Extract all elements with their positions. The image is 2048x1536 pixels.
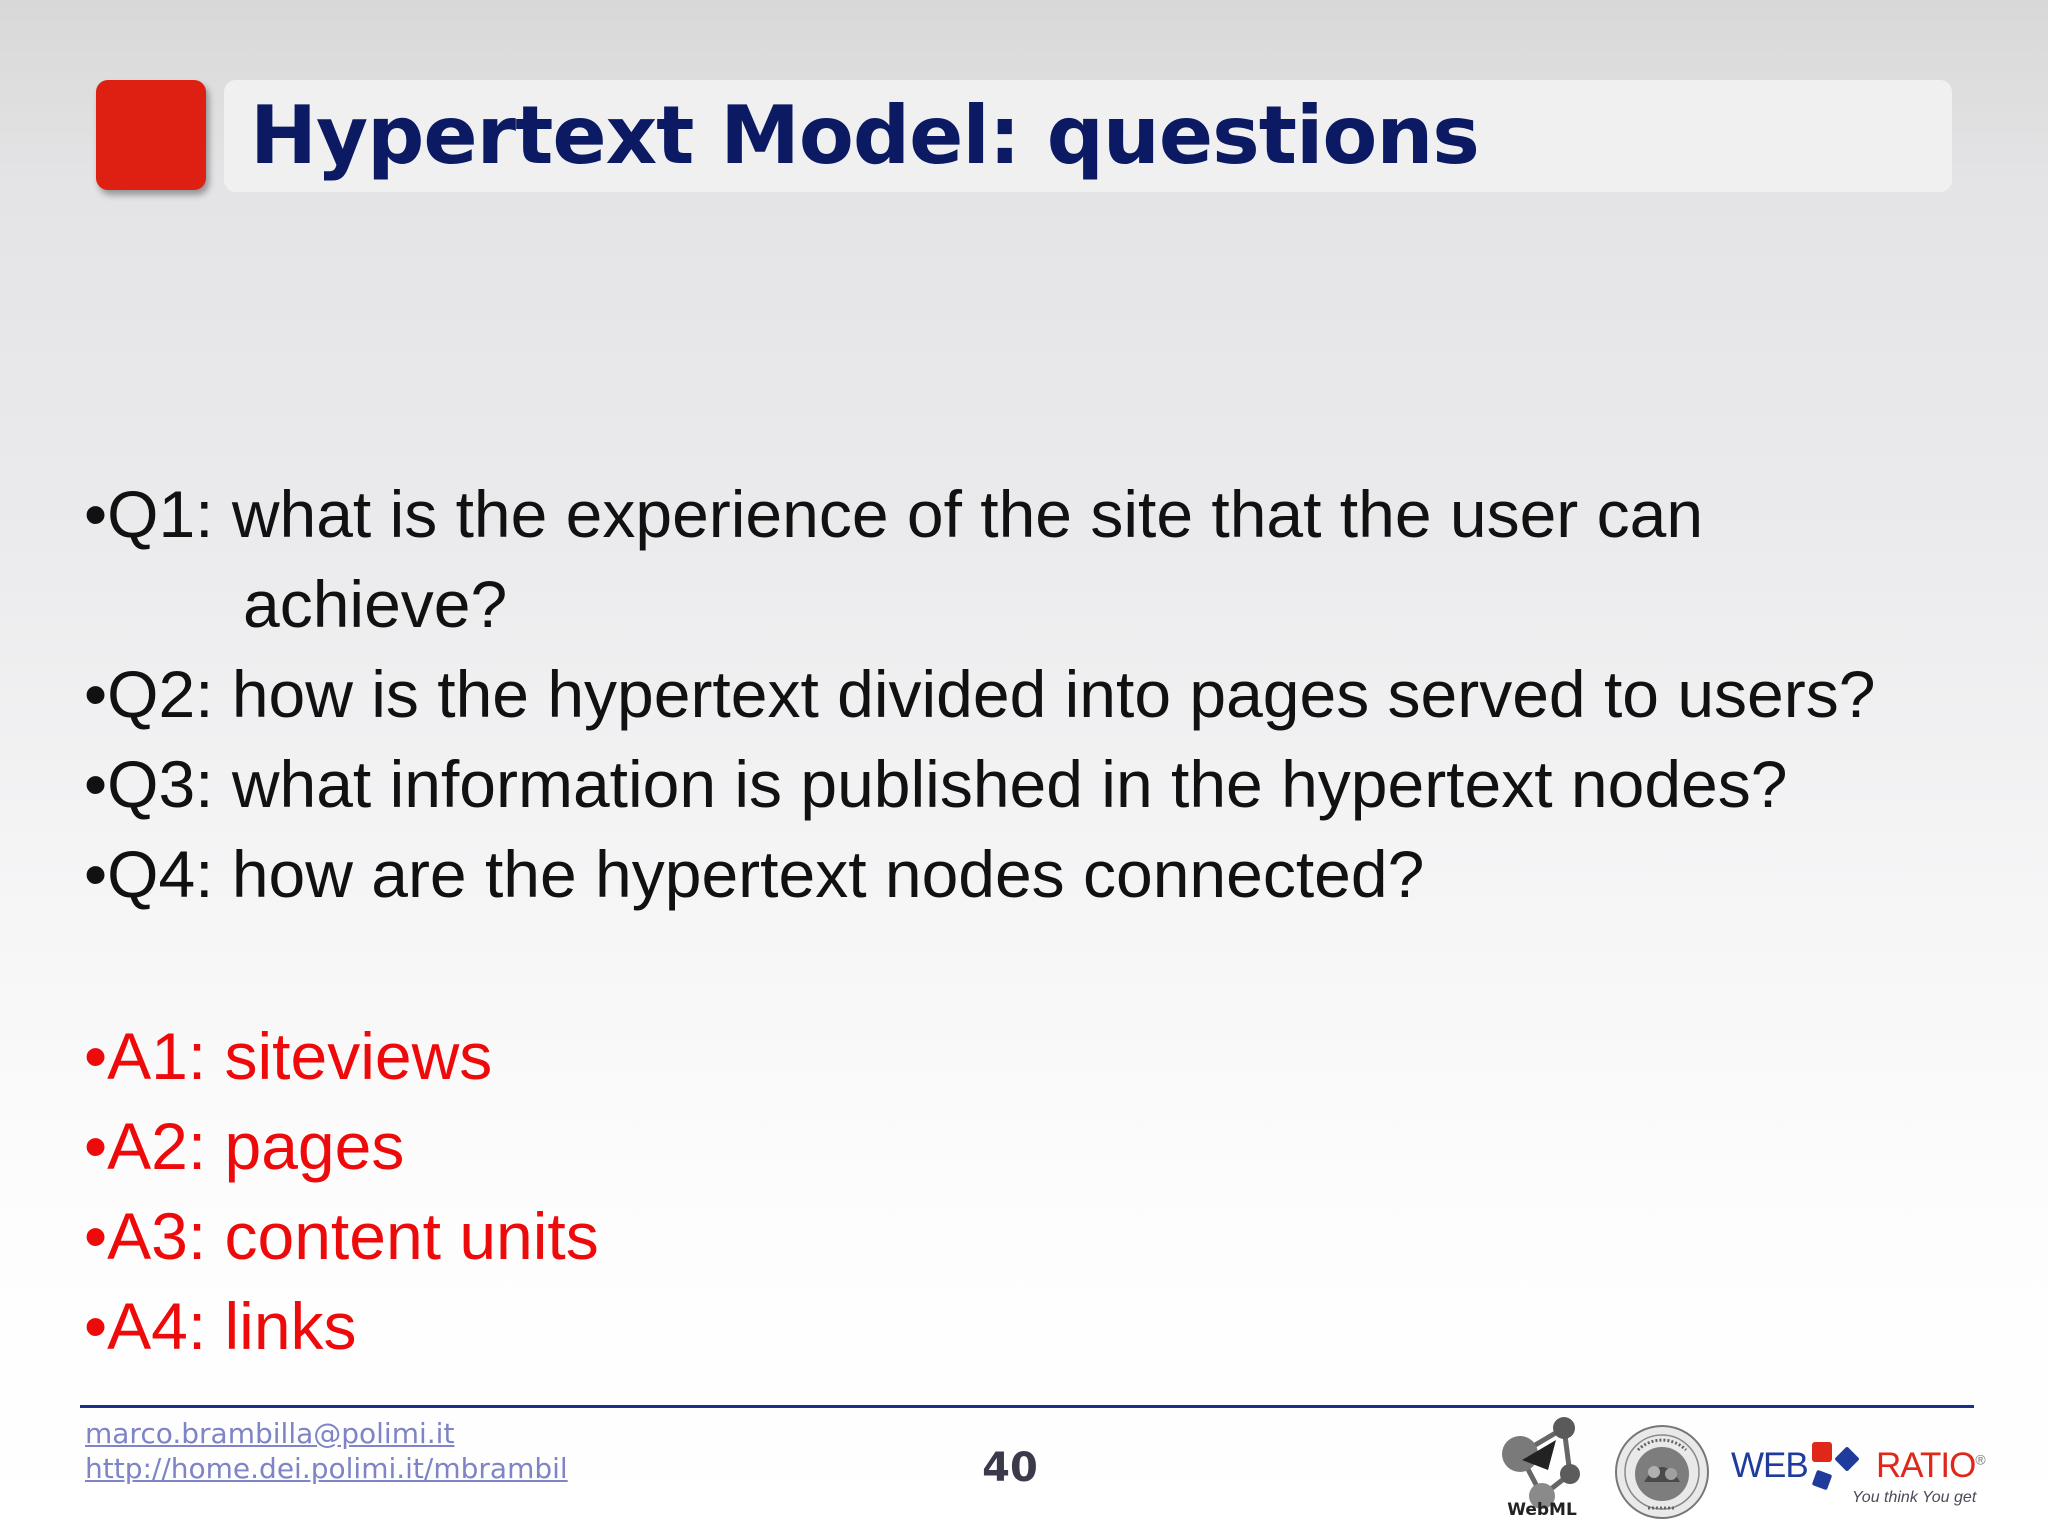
answers-list: •A1: siteviews •A2: pages •A3: content u… xyxy=(84,1011,599,1371)
answer-item: •A2: pages xyxy=(84,1109,405,1183)
webratio-logo-web: WEB xyxy=(1731,1446,1809,1485)
answer-item: •A4: links xyxy=(84,1289,357,1363)
email-link[interactable]: marco.brambilla@polimi.it xyxy=(85,1416,568,1451)
webratio-tagline: You think You get xyxy=(1852,1489,1977,1506)
webratio-logo-ratio: RATIO® xyxy=(1876,1446,1986,1485)
question-item: •Q2: how is the hypertext divided into p… xyxy=(84,657,1876,731)
title-accent-square xyxy=(96,80,206,190)
webml-logo-label: WebML xyxy=(1507,1500,1577,1520)
homepage-link[interactable]: http://home.dei.polimi.it/mbrambil xyxy=(85,1451,568,1486)
questions-list: •Q1: what is the experience of the site … xyxy=(84,469,2024,919)
page-number: 40 xyxy=(982,1445,1038,1491)
answer-item: •A3: content units xyxy=(84,1199,599,1273)
slide-title: Hypertext Model: questions xyxy=(250,89,1480,182)
polimi-seal-icon xyxy=(1615,1425,1709,1519)
footer-divider xyxy=(80,1405,1974,1408)
question-item: •Q1: what is the experience of the site … xyxy=(84,477,1704,551)
question-item: •Q3: what information is published in th… xyxy=(84,747,1788,821)
footer-contact: marco.brambilla@polimi.it http://home.de… xyxy=(85,1416,568,1486)
question-item-continuation: achieve? xyxy=(243,567,508,641)
answer-item: •A1: siteviews xyxy=(84,1019,493,1093)
question-item: •Q4: how are the hypertext nodes connect… xyxy=(84,837,1425,911)
